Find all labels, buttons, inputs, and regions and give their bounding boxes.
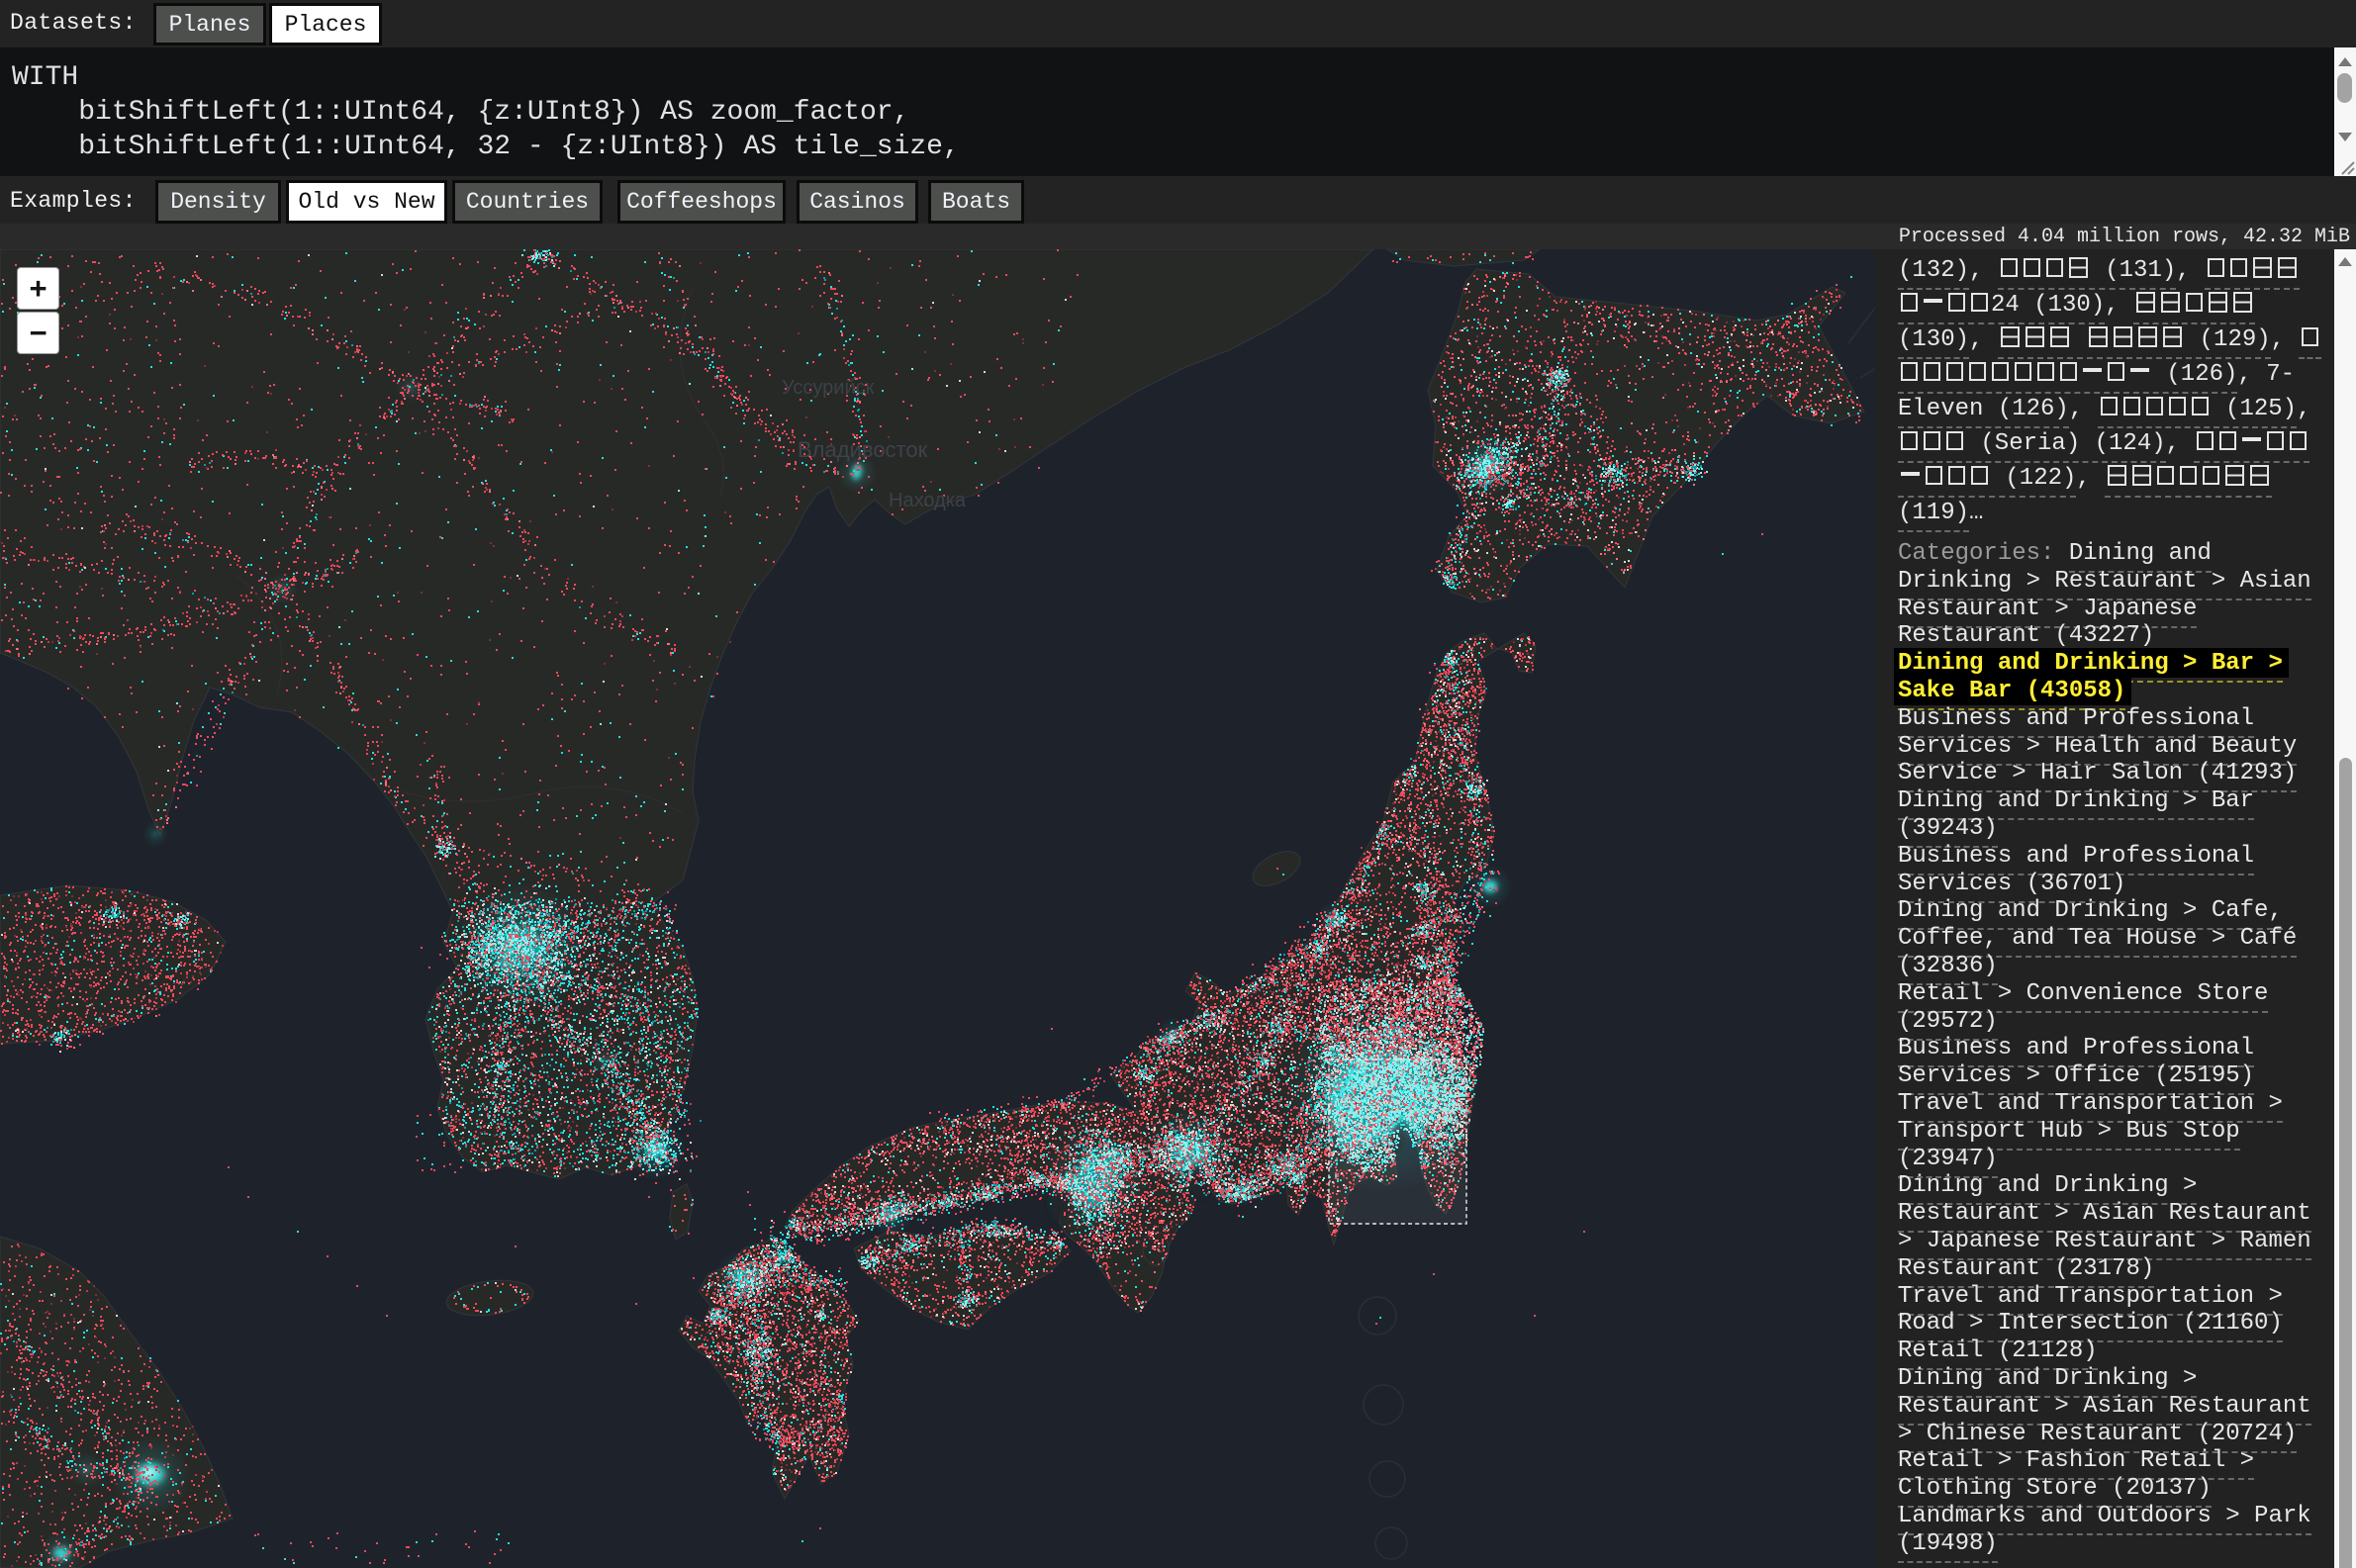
svg-text:Находка: Находка xyxy=(889,490,967,511)
svg-text:Владивосток: Владивосток xyxy=(798,437,928,462)
svg-text:Уссурийск: Уссурийск xyxy=(782,377,875,399)
